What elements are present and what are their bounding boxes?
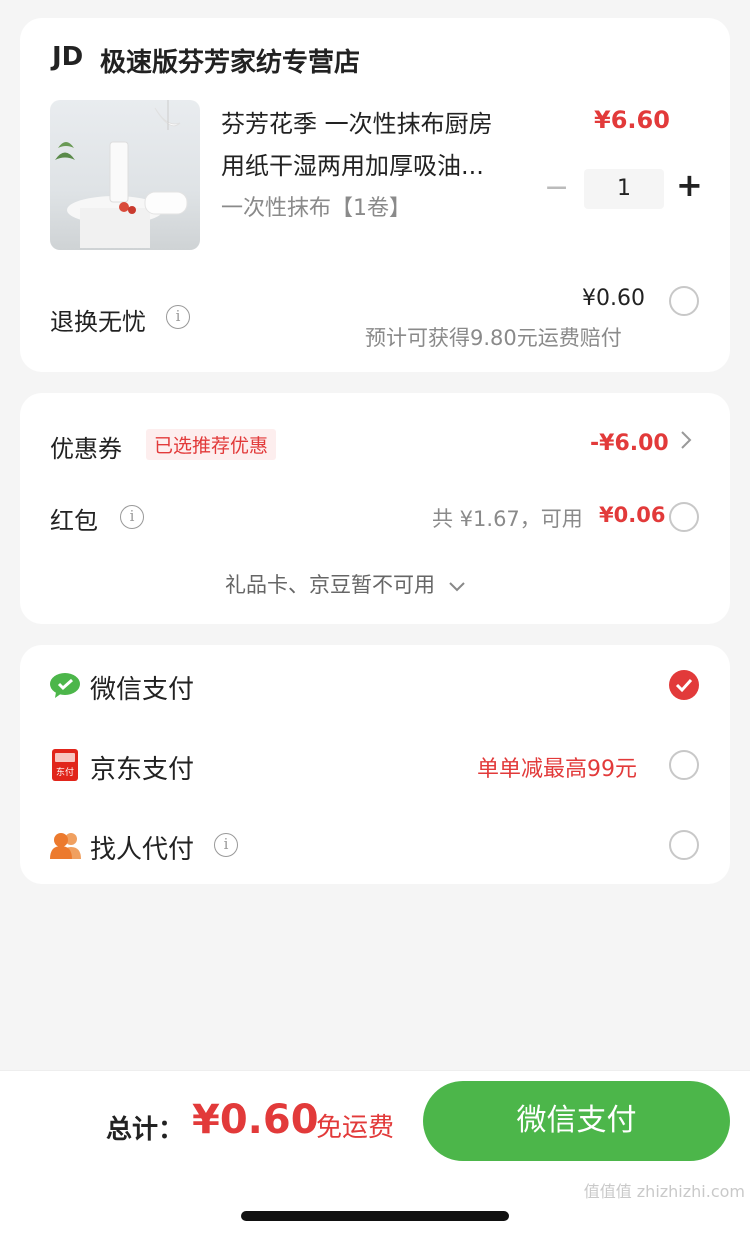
order-card: JD 极速版芬芳家纺专营店 芬芳花季 一次性抹布厨房 用纸干湿两用加厚吸油...… [20, 18, 730, 372]
checkout-bar: 总计： ¥0.60 免运费 微信支付 值值值 zhizhizhi.com [0, 1070, 750, 1236]
return-service-price: ¥0.60 [582, 286, 645, 311]
pay-button[interactable]: 微信支付 [423, 1081, 730, 1161]
info-icon[interactable]: i [214, 833, 238, 857]
store-name[interactable]: 极速版芬芳家纺专营店 [100, 42, 360, 79]
redpacket-radio[interactable] [669, 502, 699, 532]
return-service-note: 预计可获得9.80元运费赔付 [365, 326, 622, 350]
payment-radio-selected[interactable] [669, 670, 699, 700]
payment-option-jdpay[interactable]: 东付 京东支付 单单减最高99元 [20, 725, 730, 805]
redpacket-label: 红包 [50, 507, 98, 535]
info-icon[interactable]: i [166, 305, 190, 329]
payment-option-label: 微信支付 [90, 675, 195, 705]
payment-radio[interactable] [669, 750, 699, 780]
chevron-right-icon[interactable] [679, 429, 693, 455]
watermark: 值值值 zhizhizhi.com [583, 1182, 745, 1201]
return-service-label: 退换无忧 [50, 308, 146, 336]
product-price: ¥6.60 [594, 106, 670, 134]
payment-option-label: 京东支付 [90, 755, 195, 785]
product-spec[interactable]: 一次性抹布【1卷】 [221, 190, 411, 222]
payment-option-friends[interactable]: 找人代付 i [20, 805, 730, 884]
return-service-radio[interactable] [669, 286, 699, 316]
quantity-input[interactable]: 1 [584, 169, 664, 209]
jdpay-promo: 单单减最高99元 [477, 757, 637, 782]
product-title-line2[interactable]: 用纸干湿两用加厚吸油... [221, 146, 484, 181]
discount-card: 优惠券 已选推荐优惠 -¥6.00 红包 i 共 ¥1.67，可用 ¥0.06 … [20, 393, 730, 624]
info-icon[interactable]: i [120, 505, 144, 529]
home-indicator [241, 1211, 509, 1221]
total-value: ¥0.60 [192, 1097, 319, 1143]
coupon-value[interactable]: -¥6.00 [590, 431, 669, 456]
chevron-down-icon [448, 578, 466, 597]
coupon-badge: 已选推荐优惠 [146, 429, 277, 460]
product-title-line1[interactable]: 芬芳花季 一次性抹布厨房 [221, 104, 493, 139]
friends-pay-icon [50, 831, 82, 863]
quantity-plus-button[interactable]: + [676, 166, 703, 204]
coupon-label: 优惠券 [50, 435, 122, 463]
quantity-minus-button[interactable]: − [544, 170, 569, 205]
wechat-pay-icon [50, 672, 80, 702]
total-label: 总计： [106, 1115, 185, 1145]
redpacket-total: 共 ¥1.67，可用 [432, 507, 583, 531]
jd-pay-icon: 东付 [52, 749, 78, 781]
payment-card: 微信支付 东付 京东支付 单单减最高99元 找人代付 i [20, 645, 730, 884]
shipping-note: 免运费 [316, 1113, 395, 1143]
giftcard-text: 礼品卡、京豆暂不可用 [225, 573, 435, 597]
payment-option-wechat[interactable]: 微信支付 [20, 645, 730, 725]
jd-logo: JD [52, 42, 84, 72]
payment-option-label: 找人代付 [90, 835, 195, 865]
product-image[interactable] [50, 100, 200, 250]
redpacket-usable: ¥0.06 [599, 503, 666, 527]
giftcard-toggle[interactable]: 礼品卡、京豆暂不可用 [225, 569, 466, 599]
payment-radio[interactable] [669, 830, 699, 860]
